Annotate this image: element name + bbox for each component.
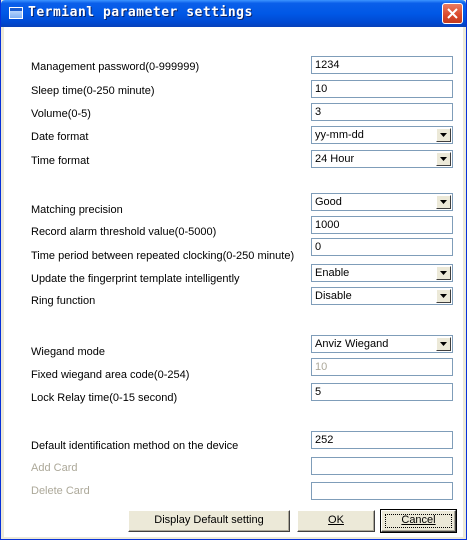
display-default-setting-label: Display Default setting	[154, 514, 264, 526]
matching-precision-value: Good	[315, 196, 342, 208]
time-format-value: 24 Hour	[315, 153, 355, 165]
wiegand-mode-value: Anviz Wiegand	[315, 338, 389, 350]
focus-rect	[385, 514, 452, 528]
wiegand-mode-select[interactable]: Anviz Wiegand	[311, 335, 453, 353]
cancel-button[interactable]: Cancel	[380, 509, 457, 533]
chevron-down-icon	[440, 294, 447, 298]
fixed-wiegand-area-code-field: 10	[311, 358, 453, 376]
delete-card-field	[311, 482, 453, 500]
matching-precision-dropdown-button[interactable]	[436, 195, 451, 209]
ring-function-dropdown-button[interactable]	[436, 289, 451, 303]
chevron-down-icon	[440, 342, 447, 346]
time-format-label: Time format	[31, 155, 90, 167]
volume-field[interactable]: 3	[311, 103, 453, 121]
time-format-select[interactable]: 24 Hour	[311, 150, 453, 168]
update-fingerprint-template-value: Enable	[315, 267, 350, 279]
matching-precision-select[interactable]: Good	[311, 193, 453, 211]
wiegand-mode-label: Wiegand mode	[31, 346, 105, 358]
chevron-down-icon	[440, 133, 447, 137]
repeated-clocking-period-label: Time period between repeated clocking(0-…	[31, 250, 295, 262]
lock-relay-time-field[interactable]: 5	[311, 383, 453, 401]
ring-function-value: Disable	[315, 290, 352, 302]
title-bar[interactable]: Termianl parameter settings	[1, 0, 466, 27]
close-button[interactable]	[442, 3, 463, 24]
close-icon	[447, 8, 458, 19]
time-format-dropdown-button[interactable]	[436, 152, 451, 166]
chevron-down-icon	[440, 200, 447, 204]
date-format-value: yy-mm-dd	[315, 129, 364, 141]
dialog-window: Termianl parameter settings Management p…	[0, 0, 467, 540]
repeated-clocking-period-field[interactable]: 0	[311, 238, 453, 256]
sleep-time-field[interactable]: 10	[311, 80, 453, 98]
management-password-label: Management password(0-999999)	[31, 61, 200, 73]
add-card-field	[311, 457, 453, 475]
ok-button[interactable]: OK	[297, 510, 375, 532]
record-alarm-threshold-field[interactable]: 1000	[311, 216, 453, 234]
settings-panel: Management password(0-999999) 1234 Sleep…	[4, 27, 463, 537]
window-app-icon	[9, 7, 23, 19]
lock-relay-time-label: Lock Relay time(0-15 second)	[31, 392, 178, 404]
delete-card-label: Delete Card	[31, 485, 90, 497]
volume-label: Volume(0-5)	[31, 108, 91, 120]
chevron-down-icon	[440, 271, 447, 275]
matching-precision-label: Matching precision	[31, 204, 123, 216]
record-alarm-threshold-label: Record alarm threshold value(0-5000)	[31, 226, 217, 238]
ok-label: OK	[328, 514, 344, 526]
fixed-wiegand-area-code-label: Fixed wiegand area code(0-254)	[31, 369, 190, 381]
ring-function-label: Ring function	[31, 295, 96, 307]
date-format-select[interactable]: yy-mm-dd	[311, 126, 453, 144]
display-default-setting-button[interactable]: Display Default setting	[128, 510, 290, 532]
management-password-field[interactable]: 1234	[311, 56, 453, 74]
wiegand-mode-dropdown-button[interactable]	[436, 337, 451, 351]
window-title: Termianl parameter settings	[28, 5, 253, 20]
date-format-dropdown-button[interactable]	[436, 128, 451, 142]
ring-function-select[interactable]: Disable	[311, 287, 453, 305]
update-fingerprint-template-select[interactable]: Enable	[311, 264, 453, 282]
update-fingerprint-template-label: Update the fingerprint template intellig…	[31, 273, 240, 285]
default-identification-method-label: Default identification method on the dev…	[31, 440, 239, 452]
date-format-label: Date format	[31, 131, 89, 143]
chevron-down-icon	[440, 157, 447, 161]
default-identification-method-field[interactable]: 252	[311, 431, 453, 449]
update-fingerprint-template-dropdown-button[interactable]	[436, 266, 451, 280]
add-card-label: Add Card	[31, 462, 78, 474]
sleep-time-label: Sleep time(0-250 minute)	[31, 85, 155, 97]
